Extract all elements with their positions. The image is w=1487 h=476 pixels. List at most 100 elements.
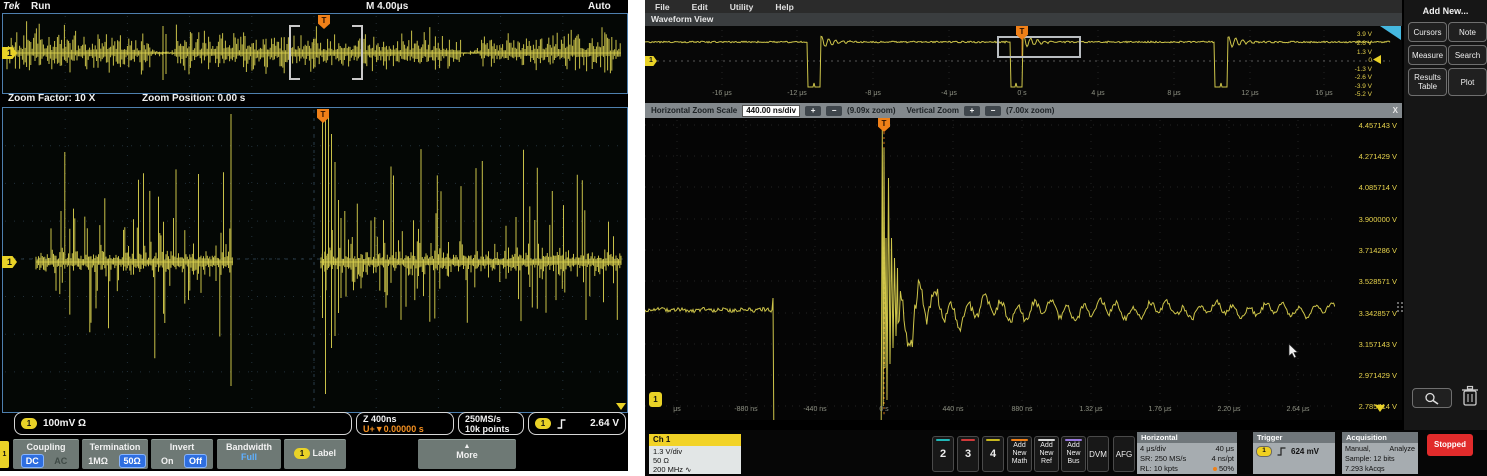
measure-button[interactable]: Measure — [1408, 45, 1447, 65]
tek-logo: Tek — [3, 1, 20, 12]
channel-color-strip — [936, 439, 950, 441]
zoom-toolbar: Horizontal Zoom Scale 440.00 ns/div + − … — [645, 103, 1402, 118]
zoomed-waveform-area[interactable]: T 4.457143 V4.271429 V4.085714 V3.900000… — [645, 118, 1402, 420]
main-voltage-tick-label: 3.342857 V — [1337, 309, 1397, 318]
overview-voltage-tick-label: 1.3 V — [1338, 49, 1372, 56]
invert-on-option[interactable]: On — [157, 455, 178, 467]
channel-1-menu-tab[interactable]: 1 — [0, 441, 9, 468]
afg-label: AFG — [1116, 450, 1132, 459]
invert-menu-button[interactable]: Invert On Off — [151, 439, 213, 469]
zoom-timebase-readout-box[interactable]: Z 400ns U+▼0.00000 s — [356, 412, 454, 435]
bandwidth-menu-button[interactable]: Bandwidth Full — [217, 439, 281, 469]
horizontal-zoom-label: Horizontal Zoom Scale — [651, 106, 737, 115]
stopped-status-button[interactable]: Stopped — [1427, 434, 1473, 456]
main-time-tick-label: -880 ns — [734, 406, 757, 413]
channel-2-button-label: 2 — [940, 448, 946, 460]
overview-waveform-window[interactable]: T 1 — [2, 13, 628, 94]
close-zoom-button[interactable]: X — [1393, 106, 1398, 115]
trigger-source-badge: 1 — [1256, 446, 1272, 457]
waveform-overview-strip[interactable]: T 1 3.9 V2.6 V1.3 V0-1.3 V-2.6 V-3.9 V-5… — [645, 26, 1402, 103]
acquisition-panel-body[interactable]: Manual,Analyze Sample: 12 bits 7.293 kAc… — [1342, 443, 1418, 474]
main-voltage-tick-label: 3.900000 V — [1337, 215, 1397, 224]
trigger-panel-body[interactable]: 1 624 mV — [1253, 443, 1335, 474]
dvm-button[interactable]: DVM — [1087, 436, 1109, 472]
main-voltage-tick-label: 4.457143 V — [1337, 121, 1397, 130]
add-new-ref-button[interactable]: Add New Ref — [1034, 436, 1059, 472]
main-time-tick-label: 0 s — [879, 406, 888, 413]
zoom-tool-button[interactable] — [1412, 388, 1452, 408]
trigger-time-indicator-icon — [1375, 405, 1385, 412]
rising-edge-icon — [557, 419, 566, 429]
more-button-text: More — [418, 450, 516, 460]
main-voltage-tick-label: 3.528571 V — [1337, 277, 1397, 286]
coupling-dc-option[interactable]: DC — [21, 454, 44, 468]
add-new-bus-button[interactable]: Add New Bus — [1061, 436, 1086, 472]
menu-file[interactable]: File — [655, 2, 670, 12]
zoom-factor-readout: Zoom Factor: 10 X — [8, 93, 95, 104]
invert-off-option[interactable]: Off — [184, 454, 207, 468]
channel-3-button[interactable]: 3 — [957, 436, 979, 472]
results-table-button[interactable]: Results Table — [1408, 68, 1447, 96]
zoomed-waveform-window[interactable]: T 1 — [2, 107, 628, 413]
horizontal-panel-header[interactable]: Horizontal — [1137, 432, 1237, 443]
coupling-ac-option[interactable]: AC — [50, 455, 71, 467]
main-voltage-tick-label: 4.085714 V — [1337, 183, 1397, 192]
add-new-math-button[interactable]: Add New Math — [1007, 436, 1032, 472]
termination-50-option[interactable]: 50Ω — [119, 454, 146, 468]
more-menu-button[interactable]: ▲ More — [418, 439, 516, 469]
cursors-button[interactable]: Cursors — [1408, 22, 1447, 42]
afg-button[interactable]: AFG — [1113, 436, 1135, 472]
rising-edge-icon — [1277, 447, 1286, 456]
zoom-selection-box[interactable] — [997, 36, 1081, 58]
overview-time-tick-label: -12 μs — [787, 90, 807, 97]
zoom-position-readout: Zoom Position: 0.00 s — [142, 93, 245, 104]
coupling-menu-button[interactable]: Coupling DC AC — [13, 439, 79, 469]
channel-1-ground-badge[interactable]: 1 — [649, 392, 662, 407]
left-oscilloscope-screen: Tek Run M 4.00μs Auto T 1 Zoom Factor: 1… — [0, 0, 628, 471]
termination-1m-option[interactable]: 1MΩ — [84, 455, 112, 467]
sidebar-drag-handle[interactable] — [1397, 302, 1403, 312]
main-time-tick-label: 1.32 μs — [1079, 406, 1102, 413]
overview-voltage-tick-label: -2.6 V — [1338, 74, 1372, 81]
horizontal-zoom-plus-button[interactable]: + — [805, 106, 821, 116]
channel-1-settings-details[interactable]: 1.3 V/div 50 Ω 200 MHz ∿ — [649, 446, 741, 474]
channel-1-settings-badge[interactable]: Ch 1 — [649, 434, 741, 446]
overview-time-tick-label: 8 μs — [1167, 90, 1180, 97]
h-resolution: 4 ns/pt — [1211, 454, 1234, 464]
vertical-zoom-plus-button[interactable]: + — [964, 106, 980, 116]
zoom-region-bracket[interactable] — [289, 25, 363, 80]
main-time-tick-label: 2.20 μs — [1217, 406, 1240, 413]
sample-rate-readout-box[interactable]: 250MS/s 10k points — [458, 412, 524, 435]
h-window: 40 μs — [1216, 444, 1235, 454]
search-button[interactable]: Search — [1448, 45, 1487, 65]
channel-readout-box[interactable]: 1 100mV Ω — [14, 412, 352, 435]
acquisition-panel-header[interactable]: Acquisition — [1342, 432, 1418, 443]
trigger-panel-header[interactable]: Trigger — [1253, 432, 1335, 443]
horizontal-panel-body[interactable]: 4 μs/div40 μs SR: 250 MS/s4 ns/pt RL: 10… — [1137, 443, 1237, 474]
horizontal-zoom-scale-input[interactable]: 440.00 ns/div — [742, 105, 800, 117]
termination-menu-button[interactable]: Termination 1MΩ 50Ω — [82, 439, 148, 469]
channel-4-button[interactable]: 4 — [982, 436, 1004, 472]
menu-edit[interactable]: Edit — [692, 2, 708, 12]
acq-count: 7.293 kAcqs — [1345, 464, 1415, 474]
overview-time-tick-label: 0 s — [1017, 90, 1026, 97]
menu-utility[interactable]: Utility — [730, 2, 754, 12]
add-new-bus-button-label: Add New Bus — [1062, 442, 1085, 466]
channel-2-button[interactable]: 2 — [932, 436, 954, 472]
menu-help[interactable]: Help — [775, 2, 793, 12]
zoom-position-value: U+▼0.00000 s — [363, 424, 447, 434]
vertical-zoom-minus-button[interactable]: − — [985, 106, 1001, 116]
acq-analyze: Analyze — [1389, 444, 1415, 454]
label-menu-button[interactable]: 1 Label — [284, 439, 346, 469]
trigger-readout-box[interactable]: 1 2.64 V — [528, 412, 626, 435]
main-voltage-tick-label: 2.971429 V — [1337, 371, 1397, 380]
plot-button[interactable]: Plot — [1448, 68, 1487, 96]
dvm-label: DVM — [1089, 450, 1107, 459]
trash-icon[interactable] — [1460, 385, 1480, 408]
horizontal-zoom-minus-button[interactable]: − — [826, 106, 842, 116]
overview-time-tick-label: 12 μs — [1241, 90, 1258, 97]
vertical-zoom-factor: (7.00x zoom) — [1006, 106, 1054, 115]
channel-4-button-label: 4 — [990, 448, 996, 460]
trigger-level: 624 mV — [1291, 447, 1319, 457]
note-button[interactable]: Note — [1448, 22, 1487, 42]
